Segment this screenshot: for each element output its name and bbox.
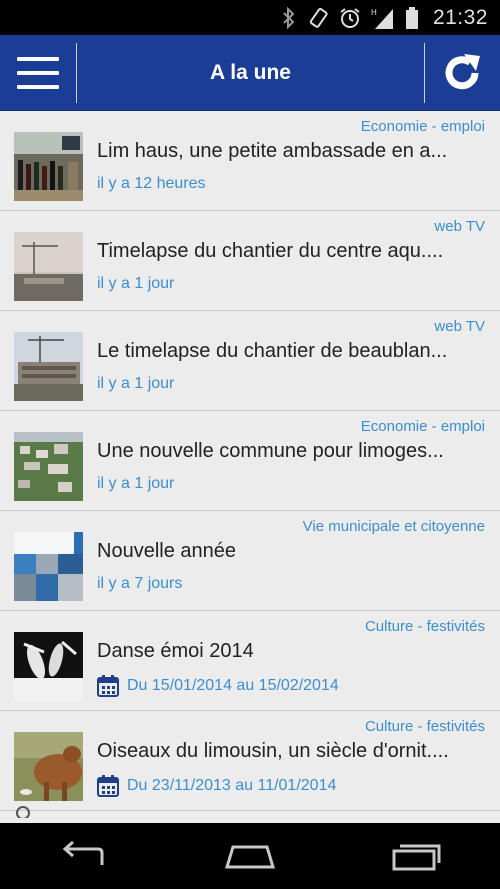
- battery-icon: [405, 6, 418, 29]
- signal-icon: H: [371, 8, 393, 29]
- item-time-text: il y a 7 jours: [97, 575, 183, 592]
- category-label: Economie - emploi: [360, 118, 485, 135]
- menu-button[interactable]: [0, 35, 76, 111]
- refresh-icon: [445, 54, 480, 90]
- list-item[interactable]: web TV Le timelapse du chantier de beaub…: [0, 311, 500, 411]
- home-button[interactable]: [205, 823, 295, 889]
- page-title: A la une: [210, 61, 291, 84]
- thumbnail: [14, 332, 83, 401]
- home-icon: [224, 845, 276, 869]
- partial-list-item[interactable]: [14, 804, 32, 821]
- item-title: Nouvelle année: [97, 540, 236, 562]
- list-item[interactable]: Culture - festivités Oiseaux du limousin…: [0, 711, 500, 811]
- hamburger-icon-line: [17, 71, 59, 75]
- item-title: Timelapse du chantier du centre aqu....: [97, 240, 444, 262]
- event-dates-text: Du 23/11/2013 au 11/01/2014: [127, 777, 337, 794]
- category-label: web TV: [434, 218, 485, 235]
- list-item[interactable]: Vie municipale et citoyenne Nouvelle ann…: [0, 511, 500, 611]
- back-icon: [63, 841, 104, 865]
- item-time: il y a 7 jours: [97, 575, 182, 593]
- list-item[interactable]: web TV Timelapse du chantier du centre a…: [0, 211, 500, 311]
- event-dates-text: Du 15/01/2014 au 15/02/2014: [127, 677, 339, 694]
- list-item[interactable]: Culture - festivités Danse émoi 2014 Du …: [0, 611, 500, 711]
- recents-button[interactable]: [372, 823, 462, 889]
- location-icon: [16, 806, 30, 820]
- hamburger-icon: [17, 57, 59, 61]
- recents-icon: [392, 844, 441, 871]
- alarm-icon: [340, 7, 360, 28]
- svg-text:H: H: [371, 8, 377, 17]
- status-icons: H 21:32: [281, 0, 488, 35]
- item-time: il y a 1 jour: [97, 375, 174, 393]
- navigation-bar: [0, 823, 500, 889]
- thumbnail: [14, 732, 83, 801]
- status-bar: H 21:32: [0, 0, 500, 35]
- thumbnail: [14, 532, 83, 601]
- item-time: il y a 12 heures: [97, 175, 206, 193]
- app-bar: A la une: [0, 35, 500, 111]
- news-list[interactable]: Economie - emploi Lim haus, une petite a…: [0, 111, 500, 823]
- category-label: Culture - festivités: [364, 618, 485, 635]
- item-title: Le timelapse du chantier de beaublan...: [97, 340, 448, 362]
- thumbnail: [14, 132, 83, 201]
- category-label: Culture - festivités: [364, 718, 485, 735]
- clock: 21:32: [432, 5, 488, 29]
- category-label: Economie - emploi: [360, 418, 485, 435]
- item-time-text: il y a 1 jour: [97, 475, 175, 492]
- item-time-text: il y a 12 heures: [97, 175, 206, 192]
- item-title: Lim haus, une petite ambassade en a...: [97, 140, 448, 162]
- event-dates: Du 15/01/2014 au 15/02/2014: [97, 675, 339, 697]
- calendar-icon: [97, 775, 119, 797]
- item-time-text: il y a 1 jour: [97, 275, 175, 292]
- category-label: Vie municipale et citoyenne: [302, 518, 485, 535]
- refresh-button[interactable]: [424, 35, 500, 111]
- item-title: Une nouvelle commune pour limoges...: [97, 440, 444, 462]
- calendar-icon: [97, 675, 119, 697]
- back-button[interactable]: [38, 823, 128, 889]
- hamburger-icon-line: [17, 85, 59, 89]
- item-title: Oiseaux du limousin, un siècle d'ornit..…: [97, 740, 449, 762]
- thumbnail: [14, 632, 83, 701]
- event-dates: Du 23/11/2013 au 11/01/2014: [97, 775, 336, 797]
- screen-rotation-icon: [309, 7, 328, 28]
- item-time: il y a 1 jour: [97, 275, 174, 293]
- thumbnail: [14, 232, 83, 301]
- bluetooth-icon: [283, 6, 295, 29]
- item-title: Danse émoi 2014: [97, 640, 254, 662]
- category-label: web TV: [434, 318, 485, 335]
- item-time: il y a 1 jour: [97, 475, 174, 493]
- list-item[interactable]: Economie - emploi Lim haus, une petite a…: [0, 111, 500, 211]
- list-item[interactable]: Economie - emploi Une nouvelle commune p…: [0, 411, 500, 511]
- thumbnail: [14, 432, 83, 501]
- item-time-text: il y a 1 jour: [97, 375, 175, 392]
